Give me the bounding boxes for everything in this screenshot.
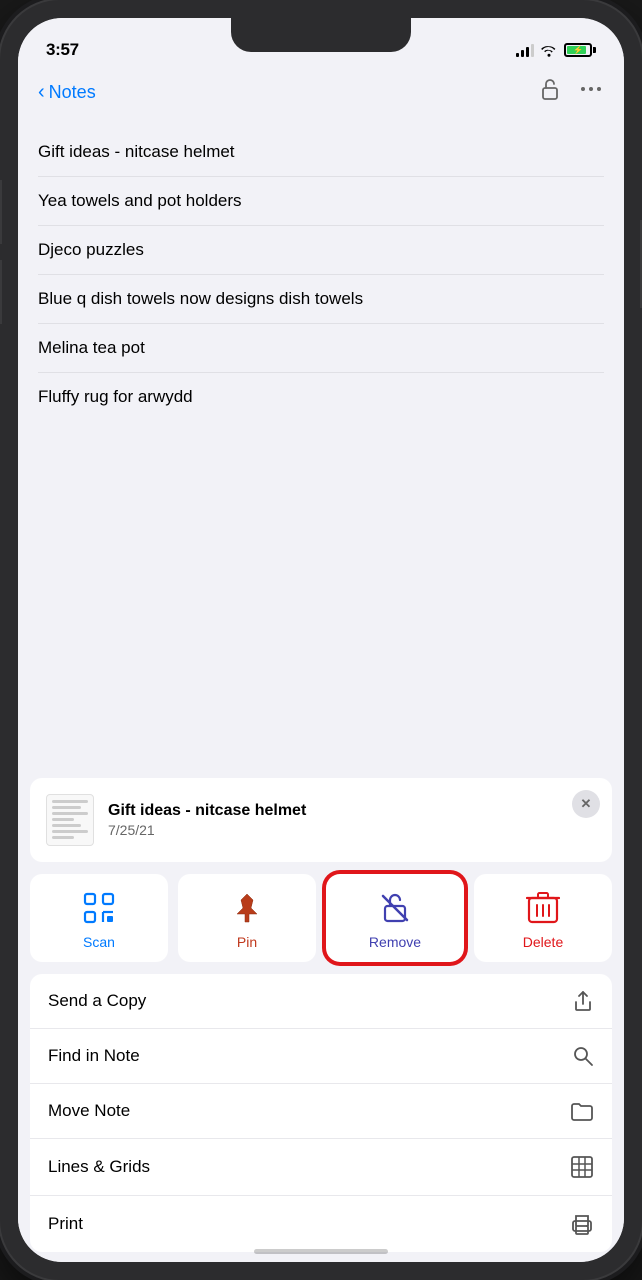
list-item[interactable]: Melina tea pot [38,324,604,373]
scan-icon [81,890,117,926]
note-preview-info: Gift ideas - nitcase helmet 7/25/21 [108,802,596,838]
delete-button[interactable]: Delete [474,874,612,962]
scan-button[interactable]: Scan [30,874,168,962]
nav-actions [538,76,604,108]
navigation-bar: ‹ Notes [18,68,624,118]
lines-grids-label: Lines & Grids [48,1157,150,1177]
status-time: 3:57 [46,40,79,60]
print-menu-item[interactable]: Print [30,1196,612,1252]
signal-icon [516,43,534,57]
move-note-menu-item[interactable]: Move Note [30,1084,612,1139]
find-in-note-menu-item[interactable]: Find in Note [30,1029,612,1084]
print-icon [570,1212,594,1236]
list-item[interactable]: Gift ideas - nitcase helmet [38,128,604,177]
more-icon [578,76,604,102]
action-buttons-row: Scan Pin Remove [18,862,624,974]
search-icon [572,1045,594,1067]
note-preview-title: Gift ideas - nitcase helmet [108,802,596,820]
share-icon [572,990,594,1012]
more-button[interactable] [578,76,604,108]
unlock-icon [538,77,562,101]
pin-icon [229,890,265,926]
home-indicator [254,1249,388,1254]
back-chevron-icon: ‹ [38,81,45,104]
grid-icon [570,1155,594,1179]
move-note-label: Move Note [48,1101,130,1121]
note-thumbnail [46,794,94,846]
find-in-note-label: Find in Note [48,1046,140,1066]
scan-label: Scan [83,934,115,950]
pin-button[interactable]: Pin [178,874,316,962]
send-copy-label: Send a Copy [48,991,146,1011]
list-item[interactable]: Fluffy rug for arwydd [38,373,604,421]
status-icons: ⚡ [516,43,596,57]
delete-label: Delete [523,934,563,950]
pin-label: Pin [237,934,257,950]
list-item[interactable]: Yea towels and pot holders [38,177,604,226]
back-label[interactable]: Notes [49,82,96,103]
note-preview-date: 7/25/21 [108,822,596,838]
close-button[interactable]: ✕ [572,790,600,818]
lines-grids-menu-item[interactable]: Lines & Grids [30,1139,612,1196]
remove-lock-icon [377,890,413,926]
menu-section: Send a Copy Find in Note Move Note [30,974,612,1252]
send-copy-menu-item[interactable]: Send a Copy [30,974,612,1029]
battery-icon: ⚡ [564,43,596,57]
back-button[interactable]: ‹ Notes [38,81,96,104]
remove-label: Remove [369,934,421,950]
notes-list: Gift ideas - nitcase helmet Yea towels a… [18,118,624,431]
remove-button[interactable]: Remove [326,874,464,962]
print-label: Print [48,1214,83,1234]
folder-icon [570,1100,594,1122]
list-item[interactable]: Djeco puzzles [38,226,604,275]
delete-icon [526,890,560,926]
note-preview-header: Gift ideas - nitcase helmet 7/25/21 ✕ [30,778,612,862]
bottom-sheet: Gift ideas - nitcase helmet 7/25/21 ✕ [18,766,624,1262]
unlock-button[interactable] [538,77,562,107]
list-item[interactable]: Blue q dish towels now designs dish towe… [38,275,604,324]
wifi-icon [540,43,558,57]
